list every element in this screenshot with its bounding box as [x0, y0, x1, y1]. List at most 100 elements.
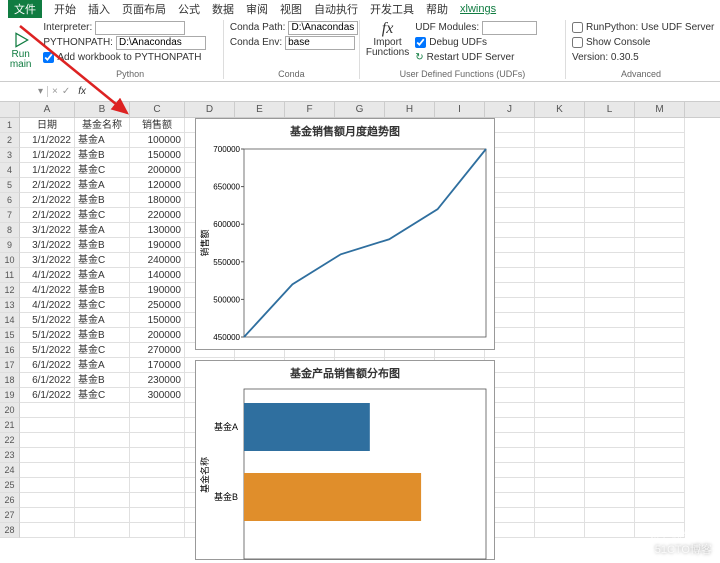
cell[interactable]	[635, 193, 685, 208]
cell[interactable]: 250000	[130, 298, 185, 313]
cell[interactable]: 基金B	[75, 328, 130, 343]
cell[interactable]: 基金A	[75, 268, 130, 283]
cell[interactable]	[635, 163, 685, 178]
cell[interactable]	[635, 358, 685, 373]
menu-item-2[interactable]: 插入	[88, 1, 110, 17]
row-header[interactable]: 13	[0, 298, 20, 313]
cell[interactable]	[635, 433, 685, 448]
row-header[interactable]: 4	[0, 163, 20, 178]
cell[interactable]	[535, 433, 585, 448]
cell[interactable]: 基金A	[75, 178, 130, 193]
cell[interactable]: 150000	[130, 148, 185, 163]
cell[interactable]: 销售额	[130, 118, 185, 133]
cell[interactable]	[20, 448, 75, 463]
cell[interactable]	[130, 478, 185, 493]
cell[interactable]: 5/1/2022	[20, 313, 75, 328]
row-header[interactable]: 22	[0, 433, 20, 448]
cell[interactable]	[635, 418, 685, 433]
cell[interactable]	[535, 493, 585, 508]
cell[interactable]	[20, 508, 75, 523]
cell[interactable]	[585, 388, 635, 403]
cell[interactable]	[130, 418, 185, 433]
row-header[interactable]: 19	[0, 388, 20, 403]
cell[interactable]	[635, 373, 685, 388]
cell[interactable]	[75, 433, 130, 448]
cell[interactable]	[585, 478, 635, 493]
showconsole-checkbox[interactable]	[572, 37, 583, 48]
cell[interactable]: 4/1/2022	[20, 298, 75, 313]
col-header-I[interactable]: I	[435, 102, 485, 117]
menu-item-3[interactable]: 页面布局	[122, 1, 166, 17]
cell[interactable]	[635, 133, 685, 148]
row-header[interactable]: 26	[0, 493, 20, 508]
cell[interactable]: 200000	[130, 163, 185, 178]
cell[interactable]	[535, 238, 585, 253]
cell[interactable]	[535, 298, 585, 313]
cell[interactable]: 120000	[130, 178, 185, 193]
col-header-D[interactable]: D	[185, 102, 235, 117]
import-functions-button[interactable]: fx Import Functions	[366, 20, 409, 65]
cell[interactable]	[635, 283, 685, 298]
cell[interactable]	[585, 433, 635, 448]
cell[interactable]	[130, 433, 185, 448]
cell[interactable]: 170000	[130, 358, 185, 373]
col-header-M[interactable]: M	[635, 102, 685, 117]
cell[interactable]	[535, 163, 585, 178]
cell[interactable]	[635, 448, 685, 463]
debug-udfs-checkbox[interactable]	[415, 37, 426, 48]
row-header[interactable]: 2	[0, 133, 20, 148]
chart-line-trend[interactable]: 基金销售额月度趋势图 45000050000055000060000065000…	[195, 118, 495, 350]
row-header[interactable]: 5	[0, 178, 20, 193]
cell[interactable]	[635, 328, 685, 343]
cell[interactable]: 140000	[130, 268, 185, 283]
cell[interactable]: 2/1/2022	[20, 178, 75, 193]
cell[interactable]: 150000	[130, 313, 185, 328]
cell[interactable]	[585, 118, 635, 133]
cell[interactable]: 190000	[130, 238, 185, 253]
cell[interactable]	[585, 328, 635, 343]
cell[interactable]	[585, 358, 635, 373]
cell[interactable]: 基金C	[75, 343, 130, 358]
cell[interactable]	[535, 358, 585, 373]
cell[interactable]	[585, 133, 635, 148]
cell[interactable]: 2/1/2022	[20, 193, 75, 208]
cell[interactable]	[130, 523, 185, 538]
cell[interactable]	[535, 463, 585, 478]
cell[interactable]	[635, 388, 685, 403]
cell[interactable]: 基金A	[75, 223, 130, 238]
cell[interactable]: 基金C	[75, 298, 130, 313]
cell[interactable]	[585, 223, 635, 238]
cell[interactable]	[635, 463, 685, 478]
cell[interactable]	[635, 508, 685, 523]
row-header[interactable]: 20	[0, 403, 20, 418]
cell[interactable]	[75, 478, 130, 493]
cell[interactable]	[635, 178, 685, 193]
cell[interactable]	[635, 523, 685, 538]
row-header[interactable]: 23	[0, 448, 20, 463]
cell[interactable]: 5/1/2022	[20, 328, 75, 343]
cell[interactable]: 1/1/2022	[20, 133, 75, 148]
cell[interactable]	[585, 493, 635, 508]
cell[interactable]	[535, 118, 585, 133]
cell[interactable]	[585, 253, 635, 268]
cell[interactable]: 基金C	[75, 163, 130, 178]
col-header-G[interactable]: G	[335, 102, 385, 117]
menu-item-7[interactable]: 视图	[280, 1, 302, 17]
cell[interactable]	[535, 448, 585, 463]
run-main-button[interactable]: Run main	[4, 20, 37, 79]
cell[interactable]: 230000	[130, 373, 185, 388]
row-header[interactable]: 17	[0, 358, 20, 373]
cell[interactable]: 4/1/2022	[20, 283, 75, 298]
menu-item-6[interactable]: 审阅	[246, 1, 268, 17]
cell[interactable]: 6/1/2022	[20, 373, 75, 388]
cell[interactable]	[535, 478, 585, 493]
cell[interactable]	[535, 133, 585, 148]
cell[interactable]	[585, 343, 635, 358]
interpreter-input[interactable]	[95, 21, 185, 35]
cell[interactable]: 基金A	[75, 133, 130, 148]
cell[interactable]	[75, 403, 130, 418]
menu-item-0[interactable]: 文件	[8, 0, 42, 18]
cell[interactable]: 基金C	[75, 388, 130, 403]
row-header[interactable]: 7	[0, 208, 20, 223]
cell[interactable]	[635, 313, 685, 328]
